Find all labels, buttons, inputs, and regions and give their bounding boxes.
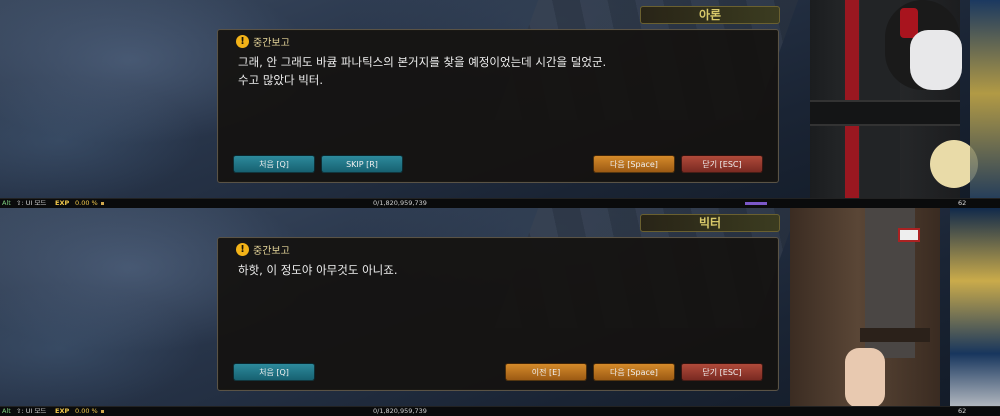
exp-value: 0/1,820,959,739 <box>373 407 427 415</box>
speaker-name: 아론 <box>640 6 780 24</box>
skip-button[interactable]: SKIP [R] <box>321 155 403 173</box>
player-level: 62 <box>958 199 967 207</box>
portrait-belt <box>860 328 930 342</box>
alt-key-hint: Alt <box>2 199 11 207</box>
close-button[interactable]: 닫기 [ESC] <box>681 363 763 381</box>
status-bar: Alt ⇧: UI 모드 EXP 0.00 % 0/1,820,959,739 … <box>0 198 1000 208</box>
exp-percent: 0.00 % <box>75 407 98 415</box>
alt-key-hint: Alt <box>2 407 11 415</box>
warning-icon: ! <box>236 242 249 256</box>
player-level: 62 <box>958 407 967 415</box>
dialogue-line: 하핫, 이 정도야 아무것도 아니죠. <box>238 263 398 277</box>
portrait-hand <box>845 348 885 408</box>
dialogue-header: ! 중간보고 <box>236 242 290 257</box>
status-bar: Alt ⇧: UI 모드 EXP 0.00 % 0/1,820,959,739 … <box>0 406 1000 416</box>
speaker-name: 빅터 <box>640 214 780 232</box>
first-button[interactable]: 처음 [Q] <box>233 155 315 173</box>
dialogue-box: ! 중간보고 그래, 안 그래도 바큠 파나틱스의 본거지를 찾을 예정이었는데… <box>217 29 779 183</box>
portrait-badge <box>898 228 920 242</box>
dialogue-line: 수고 많았다 빅터. <box>238 73 324 87</box>
dialogue-panel-2: 빅터 ! 중간보고 하핫, 이 정도야 아무것도 아니죠. 처음 [Q] 이전 … <box>0 208 1000 416</box>
exp-bar-marker <box>101 410 104 413</box>
exp-bar-marker <box>101 202 104 205</box>
character-portrait-aaron <box>790 0 1000 208</box>
character-portrait-victor <box>780 208 1000 416</box>
next-button[interactable]: 다음 [Space] <box>593 155 675 173</box>
exp-value: 0/1,820,959,739 <box>373 199 427 207</box>
exp-label: EXP <box>55 407 70 415</box>
dialogue-title: 중간보고 <box>253 37 290 49</box>
dialogue-title: 중간보고 <box>253 245 290 257</box>
dialogue-line: 그래, 안 그래도 바큠 파나틱스의 본거지를 찾을 예정이었는데 시간을 덜었… <box>238 55 607 69</box>
dialogue-box: ! 중간보고 하핫, 이 정도야 아무것도 아니죠. 처음 [Q] 이전 [E]… <box>217 237 779 391</box>
ui-mode-toggle[interactable]: ⇧: UI 모드 <box>16 407 46 416</box>
prev-button[interactable]: 이전 [E] <box>505 363 587 381</box>
ui-mode-toggle[interactable]: ⇧: UI 모드 <box>16 199 46 208</box>
close-button[interactable]: 닫기 [ESC] <box>681 155 763 173</box>
background-fairy <box>950 208 1000 416</box>
background-fairy <box>970 0 1000 208</box>
dialogue-text: 그래, 안 그래도 바큠 파나틱스의 본거지를 찾을 예정이었는데 시간을 덜었… <box>238 53 768 89</box>
mana-bar <box>745 202 767 205</box>
warning-icon: ! <box>236 34 249 48</box>
portrait-glove <box>910 30 962 90</box>
exp-label: EXP <box>55 199 70 207</box>
exp-percent: 0.00 % <box>75 199 98 207</box>
dialogue-text: 하핫, 이 정도야 아무것도 아니죠. <box>238 261 768 279</box>
portrait-belt <box>810 100 960 126</box>
next-button[interactable]: 다음 [Space] <box>593 363 675 381</box>
dialogue-header: ! 중간보고 <box>236 34 290 49</box>
first-button[interactable]: 처음 [Q] <box>233 363 315 381</box>
dialogue-panel-1: 아론 ! 중간보고 그래, 안 그래도 바큠 파나틱스의 본거지를 찾을 예정이… <box>0 0 1000 208</box>
